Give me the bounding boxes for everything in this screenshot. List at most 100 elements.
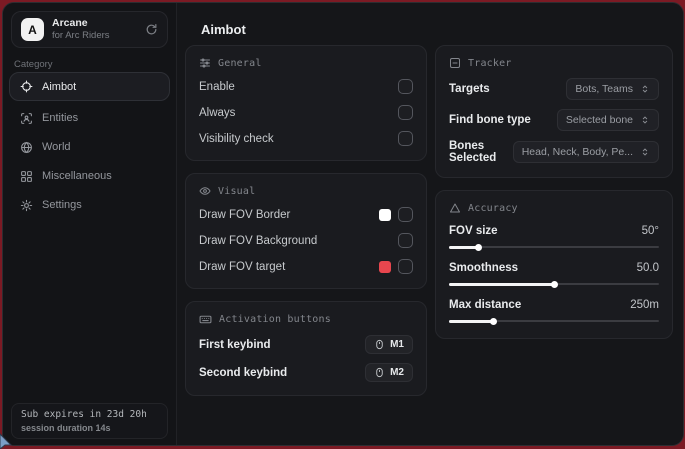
mouse-icon bbox=[374, 367, 385, 378]
fov-size-slider[interactable] bbox=[449, 243, 659, 251]
entities-icon bbox=[20, 112, 33, 125]
keybind-label: First keybind bbox=[199, 339, 271, 351]
gear-icon bbox=[20, 199, 33, 212]
tracker-card: Tracker Targets Bots, Teams Find bone bbox=[435, 45, 673, 178]
category-label: Category bbox=[14, 59, 53, 70]
sidebar-item-label: Miscellaneous bbox=[42, 170, 112, 182]
session-duration-text: session duration 14s bbox=[21, 422, 158, 434]
select-value: Selected bone bbox=[566, 114, 633, 126]
find-bone-type-select[interactable]: Selected bone bbox=[557, 109, 659, 131]
card-header-label: Activation buttons bbox=[219, 314, 331, 325]
activation-card: Activation buttons First keybind M1 S bbox=[185, 301, 427, 396]
keybind-value: M1 bbox=[390, 339, 404, 350]
sidebar-item-label: Settings bbox=[42, 199, 82, 211]
accuracy-card: Accuracy FOV size 50° Smoothness bbox=[435, 190, 673, 339]
mouse-icon bbox=[374, 339, 385, 350]
globe-icon bbox=[20, 141, 33, 154]
sidebar-item-label: Aimbot bbox=[42, 81, 76, 93]
setting-row: Visibility check bbox=[199, 130, 413, 147]
main-panel: Aimbot General Enable Always bbox=[177, 3, 683, 445]
always-checkbox[interactable] bbox=[398, 105, 413, 120]
slider-label: FOV size bbox=[449, 225, 498, 237]
sidebar: A Arcane for Arc Riders Category Aimbot bbox=[3, 3, 177, 445]
select-value: Head, Neck, Body, Pe... bbox=[522, 146, 633, 158]
fov-border-checkbox[interactable] bbox=[398, 207, 413, 222]
tracker-row: Targets Bots, Teams bbox=[449, 78, 659, 100]
tracker-label: Targets bbox=[449, 83, 490, 95]
smoothness-slider[interactable] bbox=[449, 280, 659, 288]
eye-icon bbox=[199, 185, 211, 197]
sidebar-item-miscellaneous[interactable]: Miscellaneous bbox=[9, 162, 170, 190]
updown-chevron-icon bbox=[640, 84, 650, 94]
keybind-value: M2 bbox=[390, 367, 404, 378]
visibility-check-checkbox[interactable] bbox=[398, 131, 413, 146]
subscription-info: Sub expires in 23d 20h session duration … bbox=[11, 403, 168, 439]
page-title: Aimbot bbox=[201, 22, 246, 37]
slider-block: FOV size 50° bbox=[449, 225, 659, 251]
slider-thumb[interactable] bbox=[475, 244, 482, 251]
targets-select[interactable]: Bots, Teams bbox=[566, 78, 659, 100]
setting-label: Always bbox=[199, 107, 235, 119]
tracker-label: Find bone type bbox=[449, 114, 531, 126]
bones-selected-select[interactable]: Head, Neck, Body, Pe... bbox=[513, 141, 659, 163]
sliders-icon bbox=[199, 57, 211, 69]
crosshair-icon bbox=[20, 80, 33, 93]
max-distance-slider[interactable] bbox=[449, 317, 659, 325]
sub-expiry-text: Sub expires in 23d 20h bbox=[21, 409, 158, 422]
tracker-row: Find bone type Selected bone bbox=[449, 109, 659, 131]
slider-value: 50.0 bbox=[637, 262, 659, 274]
app-subtitle: for Arc Riders bbox=[52, 30, 137, 42]
sidebar-item-label: Entities bbox=[42, 112, 78, 124]
left-column: General Enable Always Visibility check bbox=[185, 45, 427, 396]
color-swatch-fov-target[interactable] bbox=[379, 261, 391, 273]
slider-thumb[interactable] bbox=[551, 281, 558, 288]
fov-background-checkbox[interactable] bbox=[398, 233, 413, 248]
setting-row: Draw FOV Background bbox=[199, 232, 413, 249]
app-window: A Arcane for Arc Riders Category Aimbot bbox=[2, 2, 684, 446]
updown-chevron-icon bbox=[640, 147, 650, 157]
color-swatch-fov-border[interactable] bbox=[379, 209, 391, 221]
general-card: General Enable Always Visibility check bbox=[185, 45, 427, 161]
sidebar-item-entities[interactable]: Entities bbox=[9, 104, 170, 132]
sidebar-nav: Aimbot Entities World bbox=[9, 72, 170, 220]
sidebar-item-world[interactable]: World bbox=[9, 133, 170, 161]
visual-card: Visual Draw FOV Border Draw FOV Backgrou… bbox=[185, 173, 427, 289]
slider-value: 250m bbox=[630, 299, 659, 311]
slider-label: Smoothness bbox=[449, 262, 518, 274]
mouse-cursor bbox=[0, 432, 16, 449]
setting-row: Draw FOV target bbox=[199, 258, 413, 275]
updown-chevron-icon bbox=[640, 115, 650, 125]
box-minus-icon bbox=[449, 57, 461, 69]
app-title: Arcane bbox=[52, 17, 137, 30]
first-keybind-button[interactable]: M1 bbox=[365, 335, 413, 354]
card-header-label: General bbox=[218, 58, 262, 69]
card-header-label: Accuracy bbox=[468, 203, 518, 214]
keyboard-icon bbox=[199, 313, 212, 326]
card-header-label: Tracker bbox=[468, 58, 512, 69]
enable-checkbox[interactable] bbox=[398, 79, 413, 94]
setting-row: Draw FOV Border bbox=[199, 206, 413, 223]
setting-label: Draw FOV Border bbox=[199, 209, 290, 221]
slider-thumb[interactable] bbox=[490, 318, 497, 325]
setting-label: Draw FOV target bbox=[199, 261, 285, 273]
sidebar-item-aimbot[interactable]: Aimbot bbox=[9, 72, 170, 101]
right-column: Tracker Targets Bots, Teams Find bone bbox=[435, 45, 673, 339]
tracker-label: Bones Selected bbox=[449, 140, 513, 164]
slider-value: 50° bbox=[642, 225, 659, 237]
card-header-label: Visual bbox=[218, 186, 255, 197]
sidebar-item-settings[interactable]: Settings bbox=[9, 191, 170, 219]
second-keybind-button[interactable]: M2 bbox=[365, 363, 413, 382]
setting-label: Draw FOV Background bbox=[199, 235, 317, 247]
grid-icon bbox=[20, 170, 33, 183]
keybind-row: Second keybind M2 bbox=[199, 363, 413, 382]
fov-target-checkbox[interactable] bbox=[398, 259, 413, 274]
refresh-icon[interactable] bbox=[145, 23, 158, 36]
select-value: Bots, Teams bbox=[575, 83, 633, 95]
slider-label: Max distance bbox=[449, 299, 521, 311]
triangle-icon bbox=[449, 202, 461, 214]
setting-row: Enable bbox=[199, 78, 413, 95]
slider-block: Smoothness 50.0 bbox=[449, 262, 659, 288]
setting-label: Enable bbox=[199, 81, 235, 93]
app-header: A Arcane for Arc Riders bbox=[11, 11, 168, 48]
slider-block: Max distance 250m bbox=[449, 299, 659, 325]
